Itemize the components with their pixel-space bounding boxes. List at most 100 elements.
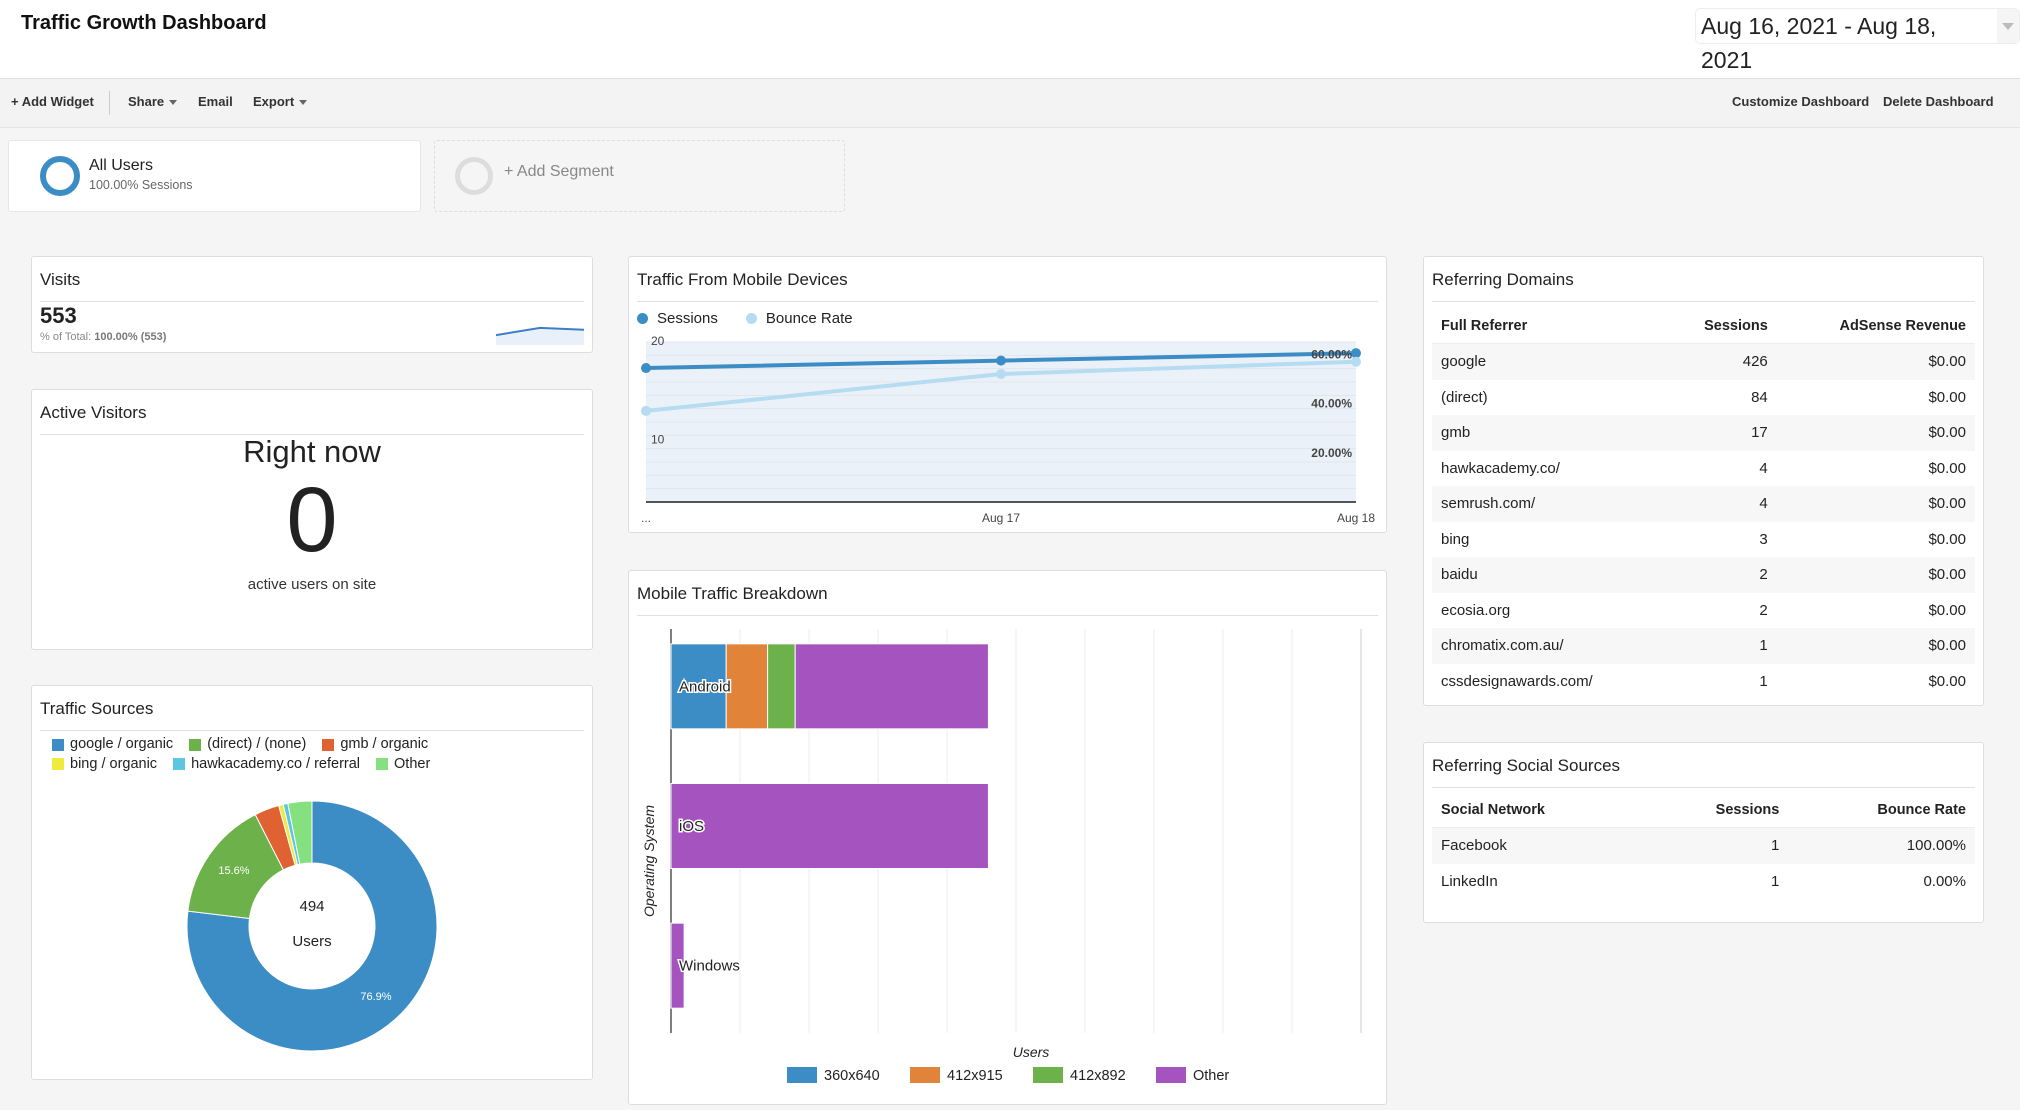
revenue-cell: $0.00 <box>1928 388 1966 406</box>
legend-label: (direct) / (none) <box>207 736 307 752</box>
pie-legend: google / organic (direct) / (none) gmb / o… <box>52 736 572 775</box>
revenue-cell: $0.00 <box>1776 628 1975 664</box>
left-axis-tick: 10 <box>651 433 665 447</box>
bar-segment-Other[interactable] <box>794 643 989 730</box>
donut-center-label: Users <box>292 933 331 950</box>
data-point[interactable] <box>1351 348 1361 359</box>
add-segment-button[interactable]: + Add Segment <box>434 140 845 212</box>
widget-title: Traffic From Mobile Devices <box>637 270 848 289</box>
category-label: Android <box>679 678 731 695</box>
legend-item: hawkacademy.co / referral <box>173 756 360 773</box>
segment-ring-icon <box>455 157 493 195</box>
sessions-cell: 1 <box>1645 827 1789 864</box>
data-point[interactable] <box>996 355 1006 366</box>
referrer-cell: gmb <box>1432 415 1665 451</box>
data-point[interactable] <box>641 363 651 374</box>
donut-center-value: 494 <box>299 898 324 915</box>
referrer-cell: baidu <box>1432 557 1665 593</box>
customize-dashboard-button[interactable]: Customize Dashboard <box>1732 94 1869 109</box>
share-button[interactable]: Share <box>128 94 178 109</box>
table-row: (direct) 84 $0.00 <box>1432 380 1975 416</box>
data-point[interactable] <box>641 405 651 416</box>
bar-segment-412x915[interactable] <box>725 643 769 730</box>
left-axis-tick: 20 <box>651 334 665 348</box>
sessions-cell: 1 <box>1771 872 1780 890</box>
bar-segment-Other[interactable] <box>670 783 989 869</box>
dashboard-toolbar: + Add Widget Share Email Export Customiz… <box>0 79 2020 128</box>
toolbar-divider <box>109 91 110 115</box>
sessions-cell: 2 <box>1759 601 1768 619</box>
add-widget-button[interactable]: + Add Widget <box>11 94 94 109</box>
legend-label: 360x640 <box>824 1068 880 1084</box>
sessions-cell: 84 <box>1751 388 1768 406</box>
divider <box>1432 301 1975 302</box>
right-axis-tick: 40.00% <box>1311 397 1352 411</box>
legend-dot <box>745 313 757 324</box>
legend-swatch <box>52 758 64 770</box>
table-header-row: Social Network Sessions Bounce Rate <box>1432 793 1975 828</box>
legend-label: gmb / organic <box>340 736 429 752</box>
table-row: bing 3 $0.00 <box>1432 522 1975 558</box>
legend-label: hawkacademy.co / referral <box>191 755 361 772</box>
traffic-sources-donut: 76.9% 15.6% 494 Users <box>186 800 438 1052</box>
revenue-cell: $0.00 <box>1928 601 1966 619</box>
export-label: Export <box>253 94 295 109</box>
legend-item: Bounce Rate <box>745 310 853 327</box>
add-segment-label: + Add Segment <box>504 163 614 180</box>
referring-domains-widget: Referring Domains Full Referrer Sessions A… <box>1423 256 1984 706</box>
right-axis-tick: 20.00% <box>1311 446 1352 460</box>
data-point[interactable] <box>1351 356 1361 367</box>
legend-swatch <box>1033 1067 1063 1083</box>
segment-ring-icon <box>40 156 80 196</box>
referrer-cell: semrush.com/ <box>1432 486 1665 522</box>
legend-item: (direct) / (none) <box>189 736 306 753</box>
segment-all-users[interactable]: All Users 100.00% Sessions <box>8 140 421 212</box>
sessions-cell: 4 <box>1664 486 1777 522</box>
date-range-value: Aug 16, 2021 - Aug 18, 2021 <box>1701 13 1937 73</box>
referrer-cell: cssdesignawards.com/ <box>1441 672 1593 690</box>
widget-title: Mobile Traffic Breakdown <box>637 584 828 603</box>
caret-down-icon <box>169 100 178 106</box>
export-button[interactable]: Export <box>253 94 308 109</box>
table-row: LinkedIn 1 0.00% <box>1432 864 1975 900</box>
legend-swatch <box>787 1067 817 1083</box>
revenue-cell: $0.00 <box>1776 415 1975 451</box>
legend-dot <box>637 313 648 324</box>
sessions-cell: 17 <box>1664 415 1777 451</box>
page-title: Traffic Growth Dashboard <box>21 12 267 34</box>
column-header: Bounce Rate <box>1788 793 1975 828</box>
legend-swatch <box>189 738 202 751</box>
category-label: iOS <box>679 818 704 835</box>
revenue-cell: $0.00 <box>1928 530 1966 548</box>
table-row: semrush.com/4 $0.00 <box>1432 486 1975 522</box>
network-cell: Facebook <box>1432 827 1646 864</box>
mobile-breakdown-widget: Mobile Traffic Breakdown Android iOS Windo… <box>628 570 1387 1105</box>
sessions-cell: 2 <box>1664 557 1777 593</box>
delete-dashboard-button[interactable]: Delete Dashboard <box>1883 94 1994 109</box>
divider <box>40 301 584 302</box>
legend-label: Other <box>1193 1068 1229 1084</box>
chevron-down-icon[interactable] <box>1997 9 2019 43</box>
segment-name: All Users <box>89 157 154 174</box>
email-button[interactable]: Email <box>198 94 233 109</box>
x-axis-tick: Aug 18 <box>1337 511 1375 525</box>
data-point[interactable] <box>996 369 1006 379</box>
legend-label: 412x915 <box>947 1068 1003 1084</box>
bar-segment-412x892[interactable] <box>767 643 796 730</box>
legend-item: Other <box>376 756 430 773</box>
table-row: gmb 17 $0.00 <box>1432 415 1975 451</box>
sessions-cell: 1 <box>1664 628 1777 664</box>
date-range-picker[interactable]: Aug 16, 2021 - Aug 18, 2021 <box>1695 8 2020 73</box>
revenue-cell: $0.00 <box>1928 672 1966 690</box>
legend-item: google / organic <box>52 736 173 753</box>
referrer-cell: chromatix.com.au/ <box>1432 628 1665 664</box>
y-axis-label: Operating System <box>641 805 657 917</box>
legend-swatch <box>376 758 389 770</box>
referrer-cell: bing <box>1441 530 1470 548</box>
divider <box>637 615 1378 616</box>
mobile-breakdown-bar-chart: Android iOS Windows Operating System Users 36… <box>641 629 1362 1084</box>
active-users-count: 0 <box>286 469 338 571</box>
active-users-caption: active users on site <box>247 576 377 593</box>
right-axis-tick: 60.00% <box>1311 347 1352 361</box>
column-header: Full Referrer <box>1432 309 1665 344</box>
